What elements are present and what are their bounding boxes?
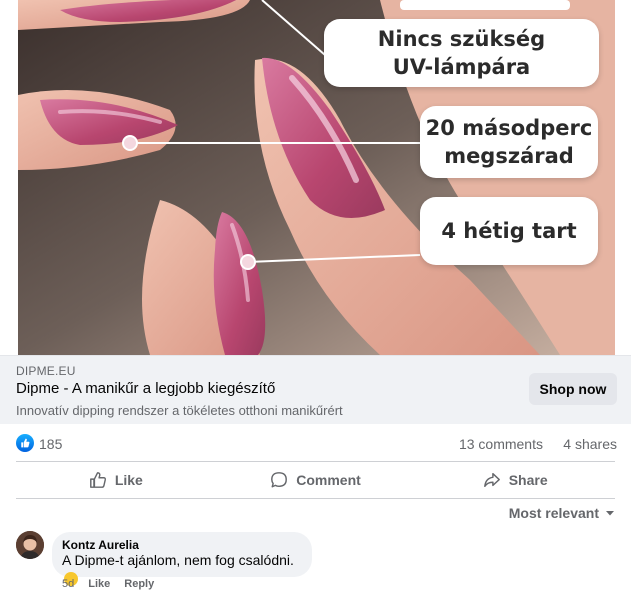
ad-image[interactable]: Nincs szükség UV-lámpára 20 másodperc me… [0,0,631,355]
reactions-row: 185 13 comments 4 shares [0,424,631,461]
comment-author[interactable]: Kontz Aurelia [62,538,302,552]
comment-button-label: Comment [296,472,361,488]
link-description: Innovatív dipping rendszer a tökéletes o… [16,403,343,418]
comment-meta: 5d Like Reply [62,578,154,590]
comment-timestamp[interactable]: 5d [62,578,74,590]
callout-no-uv-lamp: Nincs szükség UV-lámpára [324,19,599,87]
post-actions: Like Comment Share [16,461,615,499]
thumbs-up-icon [89,472,106,488]
shop-now-button[interactable]: Shop now [529,373,617,405]
like-button-label: Like [114,472,143,488]
link-headline[interactable]: Dipme - A manikűr a legjobb kiegészítő [16,380,275,397]
callout-lasts-weeks: 4 hétig tart [420,197,598,265]
like-button[interactable]: Like [16,462,216,498]
comment-reply-link[interactable]: Reply [124,578,154,590]
share-button[interactable]: Share [415,462,615,498]
comment-like-link[interactable]: Like [88,578,110,590]
comment-text: A Dipme-t ajánlom, nem fog csalódni. [62,552,294,568]
comment-bubble-icon [271,472,288,488]
callout-lasts-weeks-text: 4 hétig tart [441,219,577,243]
caret-down-icon [606,511,614,516]
callout-dries-seconds: 20 másodperc megszárad [420,106,598,178]
avatar[interactable] [16,531,44,559]
comment-button[interactable]: Comment [216,462,416,498]
share-button-label: Share [508,472,548,488]
like-reaction-icon[interactable] [16,434,34,452]
callout-no-uv-lamp-text: Nincs szükség UV-lámpára [377,27,546,79]
share-arrow-icon [483,472,500,488]
shares-count[interactable]: 4 shares [563,436,617,452]
comment-bubble: Kontz Aurelia A Dipme-t ajánlom, nem fog… [52,532,312,586]
sort-label: Most relevant [508,505,599,521]
callout-dries-seconds-text: 20 másodperc megszárad [425,116,593,168]
reaction-count[interactable]: 185 [39,436,62,452]
link-domain: DIPME.EU [16,364,76,378]
comments-count[interactable]: 13 comments [459,436,543,452]
comment-sort-dropdown[interactable]: Most relevant [509,503,615,523]
link-preview[interactable]: DIPME.EU Dipme - A manikűr a legjobb kie… [0,355,631,424]
